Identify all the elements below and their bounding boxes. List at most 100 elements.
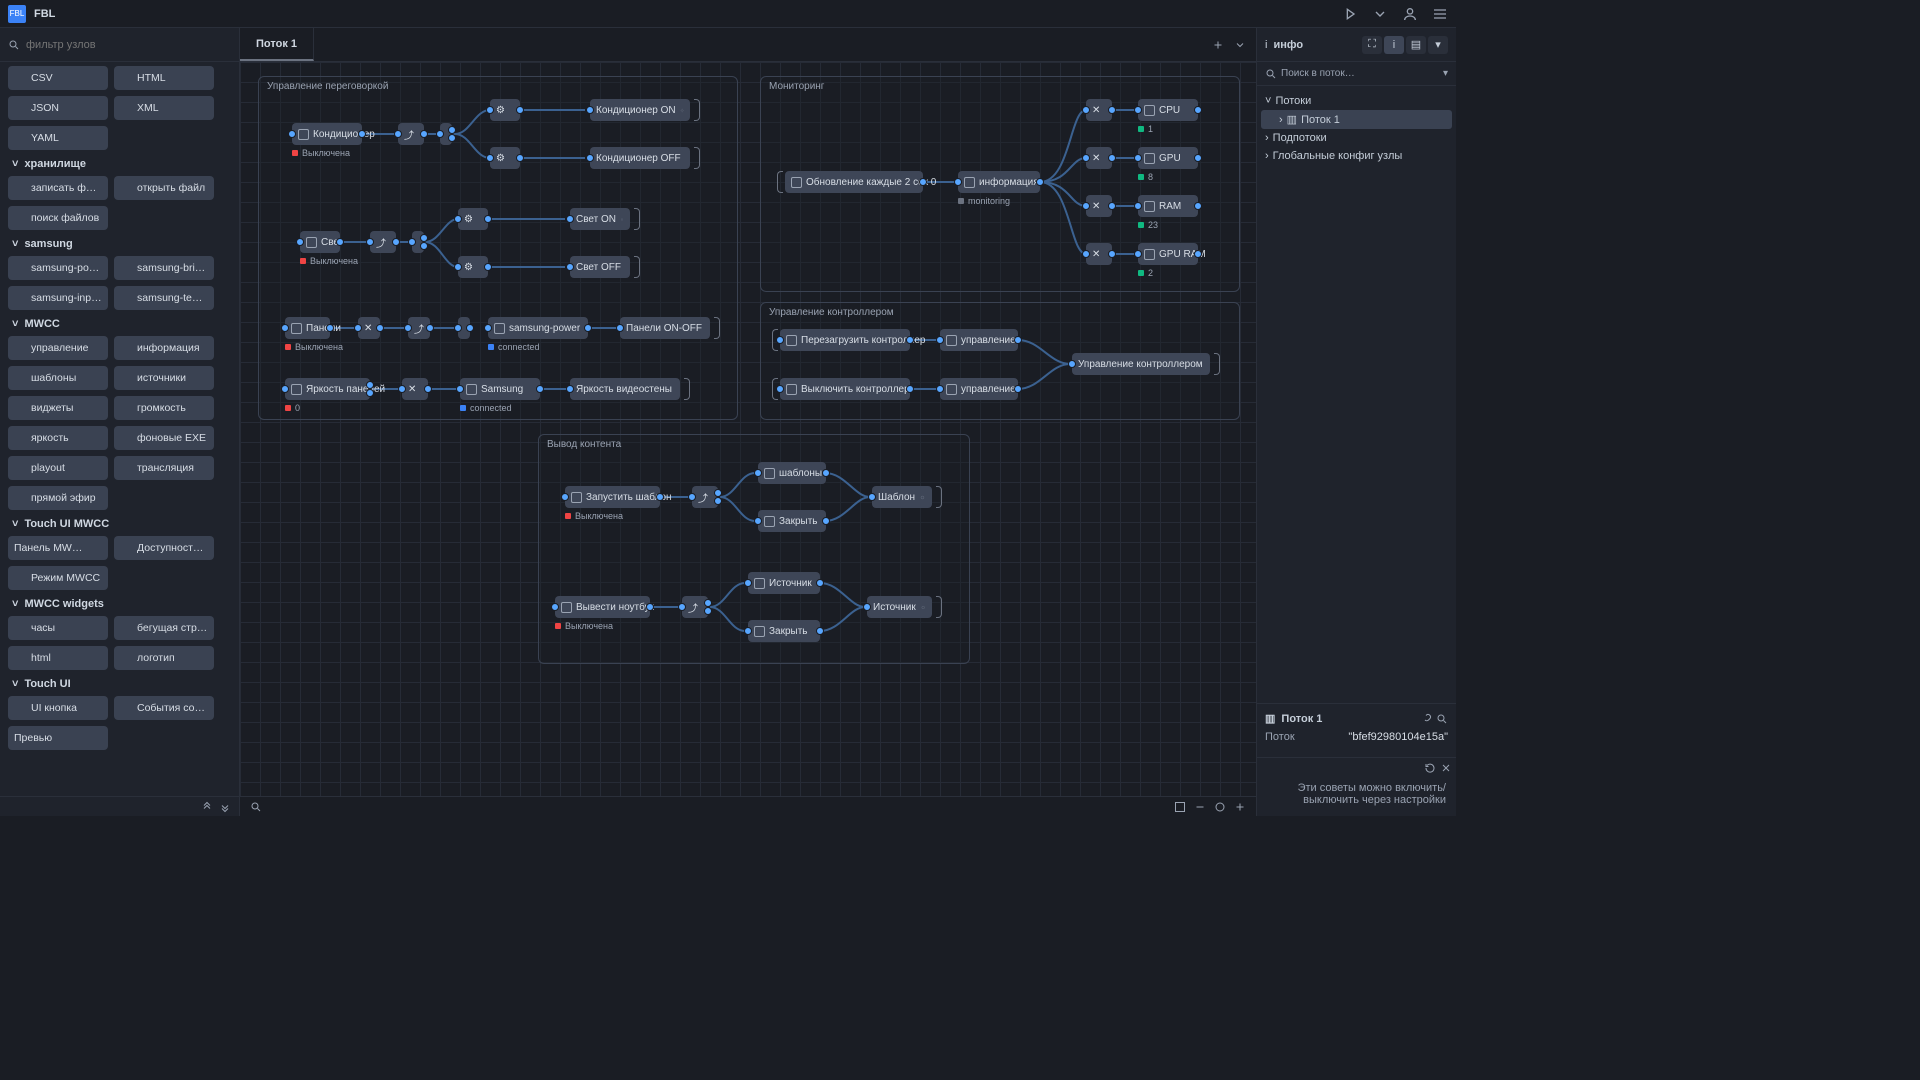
palette-item[interactable]: поиск файлов — [8, 206, 108, 230]
node-split[interactable] — [412, 231, 424, 253]
node-light-on[interactable]: Свет ON — [570, 208, 630, 230]
node-gpu[interactable]: GPU — [1138, 147, 1198, 169]
zoom-out-icon[interactable] — [1194, 801, 1206, 813]
node-fn[interactable]: ✕ — [358, 317, 380, 339]
node-ac[interactable]: Кондиционер — [292, 123, 362, 145]
caret-icon[interactable]: ▾ — [1443, 68, 1448, 79]
node-fn[interactable]: ⚙ — [458, 256, 488, 278]
deploy-icon[interactable] — [1342, 6, 1358, 22]
node-template[interactable]: Шаблон — [872, 486, 932, 508]
palette-group[interactable]: ˅Touch UI — [8, 670, 231, 696]
palette-item[interactable]: samsung-bri… — [114, 256, 214, 280]
node-manage-controller[interactable]: Управление контроллером — [1072, 353, 1210, 375]
palette-item[interactable]: открыть файл — [114, 176, 214, 200]
node-inject[interactable]: Обновление каждые 2 сек 0 — [785, 171, 923, 193]
palette-group[interactable]: ˅MWCC widgets — [8, 590, 231, 616]
tab-flow1[interactable]: Поток 1 — [240, 28, 314, 61]
palette-item[interactable]: прямой эфир — [8, 486, 108, 510]
node-source[interactable]: Источник — [748, 572, 820, 594]
palette-item[interactable]: JSON — [8, 96, 108, 120]
palette-item[interactable]: источники — [114, 366, 214, 390]
palette-item[interactable]: html — [8, 646, 108, 670]
node-close[interactable]: Закрыть — [758, 510, 826, 532]
tree-globals[interactable]: ›Глобальные конфиг узлы — [1261, 147, 1452, 165]
node-fn[interactable]: ✕ — [1086, 147, 1112, 169]
palette-body[interactable]: CSV HTML JSON XML YAML ˅хранилище записа… — [0, 62, 239, 796]
node-shutdown[interactable]: Выключить контроллер — [780, 378, 910, 400]
palette-item[interactable]: записать файл — [8, 176, 108, 200]
tree-subflows[interactable]: ›Подпотоки — [1261, 129, 1452, 147]
node-close[interactable]: Закрыть — [748, 620, 820, 642]
palette-item[interactable]: playout — [8, 456, 108, 480]
close-icon[interactable] — [1440, 762, 1452, 774]
tab-menu-icon[interactable] — [1234, 39, 1246, 51]
node-fn[interactable]: ✕ — [402, 378, 428, 400]
palette-item[interactable]: Панель MW… — [8, 536, 108, 560]
node-reboot[interactable]: Перезагрузить контроллер — [780, 329, 910, 351]
node-light[interactable]: Свет — [300, 231, 340, 253]
node-samsung[interactable]: Samsung — [460, 378, 540, 400]
node-gpuram[interactable]: GPU RAM — [1138, 243, 1198, 265]
palette-item[interactable]: яркость — [8, 426, 108, 450]
add-tab-icon[interactable] — [1212, 39, 1224, 51]
tree-flow1[interactable]: ›▥Поток 1 — [1261, 110, 1452, 129]
node-run-template[interactable]: Запустить шаблон — [565, 486, 660, 508]
link-icon[interactable] — [1420, 713, 1432, 725]
node-fn[interactable]: ✕ — [1086, 195, 1112, 217]
palette-item[interactable]: часы — [8, 616, 108, 640]
palette-search[interactable] — [0, 28, 239, 62]
node-wall-brightness[interactable]: Яркость видеостены — [570, 378, 680, 400]
palette-item[interactable]: YAML — [8, 126, 108, 150]
search-icon[interactable] — [1436, 713, 1448, 725]
node-cpu[interactable]: CPU — [1138, 99, 1198, 121]
node-samsung-power[interactable]: samsung-power — [488, 317, 588, 339]
node-panels[interactable]: Панели — [285, 317, 330, 339]
palette-item[interactable]: Режим MWCC — [8, 566, 108, 590]
palette-group[interactable]: ˅samsung — [8, 230, 231, 256]
debug-tab-icon[interactable]: ▤ — [1406, 36, 1426, 54]
node-switch[interactable]: ⤴ — [370, 231, 396, 253]
node-ac-off[interactable]: Кондиционер OFF — [590, 147, 690, 169]
node-templates[interactable]: шаблоны — [758, 462, 826, 484]
palette-item[interactable]: XML — [114, 96, 214, 120]
palette-item[interactable]: шаблоны — [8, 366, 108, 390]
palette-item[interactable]: бегущая стр… — [114, 616, 214, 640]
palette-item[interactable]: События сок… — [114, 696, 214, 720]
node-light-off[interactable]: Свет OFF — [570, 256, 630, 278]
node-fn[interactable]: ⚙ — [490, 99, 520, 121]
palette-item[interactable]: трансляция — [114, 456, 214, 480]
node-manage[interactable]: управление — [940, 378, 1018, 400]
palette-item[interactable]: фоновые EXE — [114, 426, 214, 450]
zoom-reset-icon[interactable] — [1214, 801, 1226, 813]
palette-item[interactable]: samsung-te… — [114, 286, 214, 310]
node-ram[interactable]: RAM — [1138, 195, 1198, 217]
refresh-icon[interactable] — [1424, 762, 1436, 774]
user-icon[interactable] — [1402, 6, 1418, 22]
node-fn[interactable]: ✕ — [1086, 99, 1112, 121]
node-out-notebook[interactable]: Вывести ноутбук — [555, 596, 650, 618]
node-panels-onoff[interactable]: Панели ON-OFF — [620, 317, 710, 339]
collapse-up-icon[interactable] — [201, 801, 213, 813]
node-split[interactable] — [440, 123, 452, 145]
node-fn[interactable]: ✕ — [1086, 243, 1112, 265]
palette-item[interactable]: Доступность… — [114, 536, 214, 560]
info-search[interactable]: Поиск в поток… ▾ — [1257, 62, 1456, 86]
node-switch[interactable]: ⤴ — [408, 317, 430, 339]
flow-canvas[interactable]: Управление переговоркой Кондиционер Выкл… — [240, 62, 1256, 796]
node-split[interactable] — [458, 317, 470, 339]
node-info[interactable]: информация — [958, 171, 1040, 193]
map-icon[interactable] — [1174, 801, 1186, 813]
expand-icon[interactable]: ⛶ — [1362, 36, 1382, 54]
palette-item[interactable]: HTML — [114, 66, 214, 90]
search-icon[interactable] — [250, 801, 262, 813]
palette-item[interactable]: логотип — [114, 646, 214, 670]
palette-item[interactable]: CSV — [8, 66, 108, 90]
node-source-out[interactable]: Источник — [867, 596, 932, 618]
node-fn[interactable]: ⚙ — [490, 147, 520, 169]
collapse-down-icon[interactable] — [219, 801, 231, 813]
palette-item[interactable]: Превью — [8, 726, 108, 750]
node-fn[interactable]: ⚙ — [458, 208, 488, 230]
info-tab-icon[interactable]: i — [1384, 36, 1404, 54]
node-manage[interactable]: управление — [940, 329, 1018, 351]
node-ac-on[interactable]: Кондиционер ON — [590, 99, 690, 121]
